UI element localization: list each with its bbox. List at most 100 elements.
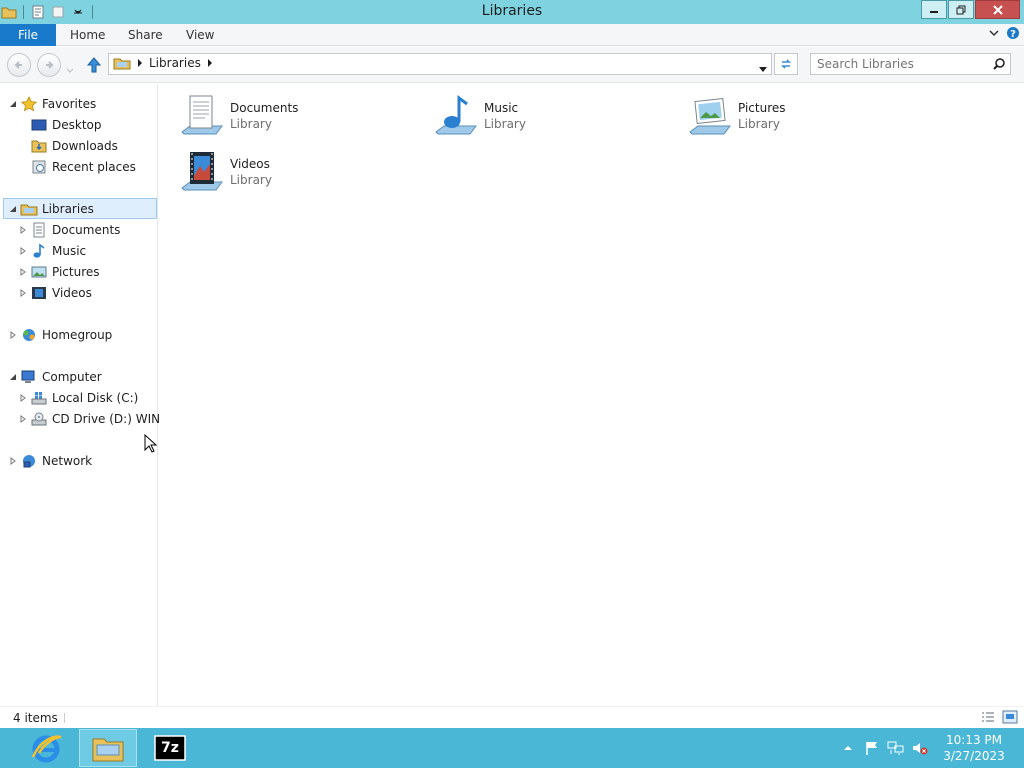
expanded-arrow-icon[interactable]	[8, 100, 18, 108]
libraries-icon	[20, 201, 38, 217]
system-tray: 10:13 PM 3/27/2023	[836, 728, 1024, 768]
taskbar-file-explorer[interactable]	[79, 729, 137, 767]
title-bar: Libraries	[0, 0, 1024, 24]
tree-label: Homegroup	[42, 327, 113, 342]
breadcrumb-libraries[interactable]: Libraries	[149, 56, 201, 70]
library-type: Library	[484, 117, 526, 131]
expanded-arrow-icon[interactable]	[8, 205, 18, 213]
tree-label: Computer	[42, 369, 102, 384]
library-name: Music	[484, 101, 519, 115]
navigation-pane: Favorites Desktop Downloads Recent place…	[0, 84, 175, 706]
tree-label: Local Disk (C:)	[52, 390, 139, 405]
up-arrow-icon	[86, 57, 102, 73]
details-view-button[interactable]	[980, 710, 996, 727]
details-view-icon	[982, 712, 994, 722]
view-toggle-buttons	[980, 710, 1018, 727]
collapsed-arrow-icon[interactable]	[18, 414, 28, 423]
tab-file[interactable]: File	[0, 24, 56, 46]
navigation-bar: Libraries	[0, 47, 1024, 83]
address-history-dropdown[interactable]	[759, 62, 767, 76]
tree-item-cd-drive-d[interactable]: CD Drive (D:) WIN51	[18, 408, 175, 429]
tree-label: Downloads	[52, 138, 118, 153]
tree-item-recent-places[interactable]: Recent places	[18, 156, 136, 177]
collapsed-arrow-icon[interactable]	[18, 246, 28, 255]
tree-item-favorites[interactable]: Favorites	[8, 93, 96, 114]
library-type: Library	[230, 117, 272, 131]
tree-item-music[interactable]: Music	[18, 240, 86, 261]
7zip-label: 7z	[161, 740, 179, 756]
tab-share[interactable]: Share	[128, 24, 163, 46]
tree-item-desktop[interactable]: Desktop	[18, 114, 102, 135]
tree-item-videos[interactable]: Videos	[18, 282, 92, 303]
recent-locations-dropdown[interactable]	[66, 63, 74, 77]
volume-muted-icon[interactable]	[908, 728, 932, 768]
network-status-icon[interactable]	[884, 728, 908, 768]
large-icons-view-icon	[1002, 710, 1018, 724]
large-icons-view-button[interactable]	[1002, 710, 1018, 727]
library-tile-videos[interactable]: Videos Library	[176, 146, 416, 198]
breadcrumb-separator-icon[interactable]	[207, 59, 213, 67]
library-tile-pictures[interactable]: Pictures Library	[684, 90, 924, 142]
close-button[interactable]	[975, 0, 1020, 19]
address-bar[interactable]: Libraries	[108, 53, 772, 75]
forward-button[interactable]	[37, 53, 61, 77]
collapsed-arrow-icon[interactable]	[18, 288, 28, 297]
tree-label: Music	[52, 243, 87, 258]
forward-arrow-icon	[46, 61, 54, 69]
tree-item-downloads[interactable]: Downloads	[18, 135, 118, 156]
clock[interactable]: 10:13 PM 3/27/2023	[938, 732, 1010, 764]
taskbar-internet-explorer[interactable]	[17, 729, 75, 767]
tree-item-network[interactable]: Network	[8, 450, 92, 471]
help-button[interactable]: ?	[1006, 26, 1020, 43]
collapsed-arrow-icon[interactable]	[18, 267, 28, 276]
music-icon	[30, 242, 48, 259]
collapsed-arrow-icon[interactable]	[18, 225, 28, 234]
expand-ribbon-button[interactable]	[988, 27, 1000, 42]
minimize-button[interactable]	[921, 0, 947, 19]
tree-label: Favorites	[42, 96, 97, 111]
tab-view[interactable]: View	[186, 24, 214, 46]
svg-text:?: ?	[1010, 29, 1016, 40]
desktop-icon	[30, 117, 48, 133]
ribbon-tabs: File Home Share View ?	[0, 24, 1024, 46]
network-icon	[20, 453, 38, 469]
back-button[interactable]	[7, 53, 31, 77]
restore-icon	[956, 5, 966, 14]
refresh-button[interactable]	[774, 53, 798, 75]
documents-icon	[30, 222, 48, 238]
mouse-cursor-icon	[144, 434, 158, 453]
tab-home[interactable]: Home	[70, 24, 105, 46]
tree-item-pictures[interactable]: Pictures	[18, 261, 100, 282]
taskbar-7zip[interactable]: 7z	[141, 729, 199, 767]
search-input[interactable]	[817, 56, 987, 72]
tree-item-local-disk-c[interactable]: Local Disk (C:)	[18, 387, 138, 408]
expanded-arrow-icon[interactable]	[8, 373, 18, 381]
collapsed-arrow-icon[interactable]	[8, 330, 18, 339]
show-hidden-icons-button[interactable]	[836, 728, 860, 768]
pictures-library-icon	[684, 90, 736, 142]
libraries-icon	[113, 58, 131, 70]
tree-label: Documents	[52, 222, 121, 237]
music-library-icon	[430, 90, 482, 142]
library-tile-music[interactable]: Music Library	[430, 90, 670, 142]
tree-item-documents[interactable]: Documents	[18, 219, 120, 240]
library-type: Library	[738, 117, 780, 131]
tree-label: Videos	[52, 285, 92, 300]
restore-button[interactable]	[948, 0, 974, 19]
library-tile-documents[interactable]: Documents Library	[176, 90, 416, 142]
tree-item-homegroup[interactable]: Homegroup	[8, 324, 112, 345]
status-separator	[64, 713, 65, 723]
search-box[interactable]	[810, 53, 1011, 75]
pictures-icon	[30, 264, 48, 280]
up-button[interactable]	[86, 56, 102, 77]
tree-item-libraries[interactable]: Libraries	[3, 198, 157, 219]
library-name: Pictures	[738, 101, 786, 115]
action-center-icon[interactable]	[860, 728, 884, 768]
collapsed-arrow-icon[interactable]	[18, 393, 28, 402]
search-icon[interactable]	[992, 57, 1006, 74]
collapsed-arrow-icon[interactable]	[8, 456, 18, 465]
cd-drive-icon	[30, 411, 48, 427]
internet-explorer-icon	[31, 735, 62, 763]
tree-label: Desktop	[52, 117, 102, 132]
tree-item-computer[interactable]: Computer	[8, 366, 102, 387]
